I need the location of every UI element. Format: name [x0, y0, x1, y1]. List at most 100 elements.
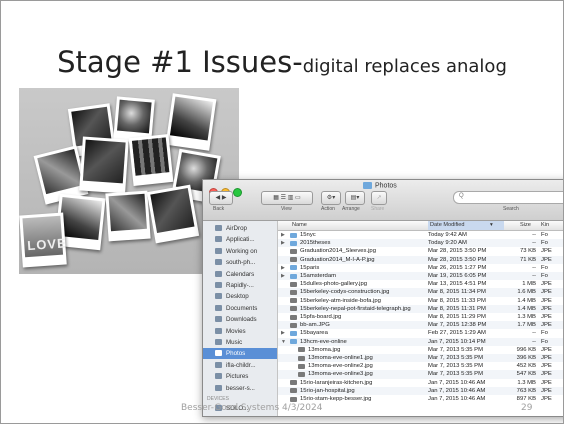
- folder-icon: [215, 282, 222, 288]
- file-name: 15berkeley-atm-inside-bofa.jpg: [300, 297, 381, 304]
- file-kind: JPE: [541, 314, 552, 320]
- slide-title-main: Stage #1 Issues-: [57, 45, 303, 79]
- share-button[interactable]: ↗: [371, 191, 387, 205]
- table-row[interactable]: 13moma-eve-online1.jpg Mar 7, 2013 5:35 P…: [278, 354, 563, 363]
- view-mode-buttons[interactable]: ▦ ☰ ▥ ▭: [261, 191, 313, 205]
- table-row[interactable]: bb-am.JPG Mar 7, 2015 12:38 PM 1.7 MB JPE: [278, 321, 563, 330]
- finder-titlebar[interactable]: Photos ◀ ▶ Back ▦ ☰ ▥ ▭ View ⚙▾ Action ▤…: [203, 180, 563, 221]
- sidebar-item[interactable]: Applicati...: [203, 234, 277, 245]
- table-row[interactable]: ▶ 15paris Mar 26, 2015 1:27 PM -- Fo: [278, 264, 563, 272]
- file-name: 13hcm-eve-online: [300, 338, 347, 345]
- table-row[interactable]: 15berkeley-atm-inside-bofa.jpg Mar 8, 201…: [278, 297, 563, 305]
- collage-photo: [105, 190, 151, 242]
- file-name: 15amsterdam: [300, 273, 337, 279]
- sidebar-item-label: AirDrop: [226, 225, 247, 232]
- sidebar-item[interactable]: Pictures: [203, 371, 277, 382]
- table-row[interactable]: Graduation2014_Sleeves.jpg Mar 28, 2015 3…: [278, 247, 563, 255]
- file-date: Mar 7, 2013 5:35 PM: [428, 355, 484, 361]
- table-row[interactable]: ▶ 2015theses Today 9:20 AM -- Fo: [278, 239, 563, 248]
- search-input[interactable]: Q: [453, 191, 563, 204]
- icon-view-icon[interactable]: ▦: [273, 195, 279, 201]
- file-name: 13moma-eve-online2.jpg: [308, 363, 373, 370]
- disclosure-triangle-icon[interactable]: ▶: [281, 264, 285, 272]
- table-row[interactable]: 15pfa-board.jpg Mar 8, 2015 11:29 PM 1.3 M…: [278, 313, 563, 321]
- file-name: 15rio-laranjeiras-kitchen.jpg: [300, 379, 373, 386]
- sidebar-item-label: ifla-childr...: [226, 361, 256, 369]
- file-size: --: [532, 240, 536, 247]
- disclosure-triangle-icon[interactable]: ▼: [281, 338, 286, 346]
- column-header-name[interactable]: Name: [292, 222, 307, 228]
- column-header-size[interactable]: Size: [520, 222, 531, 228]
- sidebar-item[interactable]: Downloads: [203, 314, 277, 325]
- list-view-icon[interactable]: ☰: [281, 195, 286, 201]
- image-file-icon: [290, 257, 297, 263]
- arrange-label: Arrange: [342, 206, 360, 212]
- file-size: 996 KB: [516, 346, 536, 353]
- table-row[interactable]: ▶ 15nyc Today 9:42 AM -- Fo: [278, 231, 563, 239]
- table-row[interactable]: ▶ 15amsterdam Mar 19, 2015 6:05 PM -- Fo: [278, 272, 563, 281]
- back-button[interactable]: ◀ ▶: [209, 191, 233, 205]
- column-header-date-modified[interactable]: Date Modified ▾: [428, 221, 504, 230]
- folder-icon: [215, 361, 222, 368]
- table-row[interactable]: 15rio-stam-kepp-besser.jpg Jan 7, 2015 10…: [278, 395, 563, 403]
- disclosure-triangle-icon[interactable]: ▶: [281, 272, 285, 280]
- collage-love-text: LOVE: [26, 235, 68, 254]
- file-size: --: [532, 273, 536, 279]
- file-date: Mar 8, 2015 11:31 PM: [428, 305, 486, 312]
- table-row[interactable]: 15berkeley-codys-construction.jpg Mar 8, …: [278, 288, 563, 297]
- table-row[interactable]: 15dulles-photo-gallery.jpg Mar 13, 2015 4…: [278, 280, 563, 288]
- share-icon: ↗: [376, 195, 382, 201]
- folder-icon: [290, 240, 297, 246]
- list-header: Name Date Modified ▾ Size Kin: [278, 221, 563, 231]
- disclosure-triangle-icon[interactable]: ▶: [281, 239, 285, 247]
- sidebar-item[interactable]: Documents: [203, 303, 277, 314]
- movies-icon: [215, 327, 222, 334]
- image-file-icon: [290, 314, 297, 320]
- sidebar-item[interactable]: besser-s...: [203, 383, 277, 394]
- file-size: --: [532, 264, 536, 271]
- table-row[interactable]: 15rio-jan-hospital.jpg Jan 7, 2015 10:46 …: [278, 386, 563, 395]
- slide: Stage #1 Issues-digital replaces analog …: [0, 0, 564, 424]
- slide-title-sub: digital replaces analog: [302, 56, 507, 77]
- column-view-icon[interactable]: ▥: [288, 195, 294, 201]
- folder-icon: [290, 273, 297, 279]
- cover-flow-icon[interactable]: ▭: [295, 195, 301, 201]
- action-button[interactable]: ⚙▾: [321, 191, 341, 205]
- file-name: 13moma-eve-online1.jpg: [308, 355, 373, 361]
- disclosure-triangle-icon[interactable]: ▶: [281, 231, 285, 239]
- file-size: 1.3 MB: [517, 379, 536, 386]
- file-size: --: [532, 330, 536, 337]
- sidebar-item[interactable]: AirDrop: [203, 223, 277, 234]
- disclosure-triangle-icon[interactable]: ▶: [281, 329, 285, 337]
- sidebar-item[interactable]: ifla-childr...: [203, 360, 277, 371]
- arrange-button[interactable]: ▤▾: [345, 191, 365, 205]
- sidebar-item[interactable]: Working on: [203, 246, 277, 257]
- table-row[interactable]: 15rio-laranjeiras-kitchen.jpg Jan 7, 2015…: [278, 379, 563, 387]
- sidebar-item[interactable]: Desktop: [203, 291, 277, 302]
- image-file-icon: [290, 298, 297, 304]
- sidebar-item[interactable]: Music: [203, 337, 277, 348]
- sidebar-item[interactable]: Photos: [203, 348, 277, 360]
- file-kind: Fo: [541, 273, 548, 279]
- table-row[interactable]: Graduation2014_M-I-A-P.jpg Mar 28, 2015 3…: [278, 255, 563, 264]
- table-row[interactable]: 15berkeley-nepal-pot-firstaid-telegraph.…: [278, 304, 563, 313]
- file-date: Mar 28, 2015 3:50 PM: [428, 256, 487, 263]
- finder-window[interactable]: Photos ◀ ▶ Back ▦ ☰ ▥ ▭ View ⚙▾ Action ▤…: [202, 179, 563, 417]
- sidebar-item[interactable]: Rapidly-...: [203, 280, 277, 291]
- sidebar-item[interactable]: Calendars: [203, 269, 277, 280]
- sidebar-item[interactable]: south-ph...: [203, 257, 277, 268]
- file-date: Mar 13, 2015 4:51 PM: [428, 281, 487, 288]
- collage-photo: [165, 93, 217, 151]
- table-row[interactable]: 13moma.jpg Mar 7, 2013 5:35 PM 996 KB JPE: [278, 346, 563, 354]
- table-row[interactable]: 13moma-eve-online2.jpg Mar 7, 2013 5:35 P…: [278, 362, 563, 370]
- arrange-icon: ▤: [350, 195, 357, 201]
- music-icon: [215, 339, 222, 345]
- file-kind: Fo: [541, 264, 548, 271]
- sidebar-item-label: Downloads: [226, 316, 257, 324]
- zoom-window-icon[interactable]: [233, 188, 242, 197]
- table-row[interactable]: ▼ 13hcm-eve-online Jan 7, 2015 10:14 PM -- F…: [278, 337, 563, 346]
- table-row[interactable]: 13moma-eve-online3.jpg Mar 7, 2013 5:35 P…: [278, 370, 563, 379]
- sidebar-item[interactable]: Movies: [203, 326, 277, 337]
- table-row[interactable]: ▶ 15bayarea Feb 27, 2015 1:29 AM -- Fo: [278, 329, 563, 337]
- column-header-kind[interactable]: Kin: [541, 222, 549, 228]
